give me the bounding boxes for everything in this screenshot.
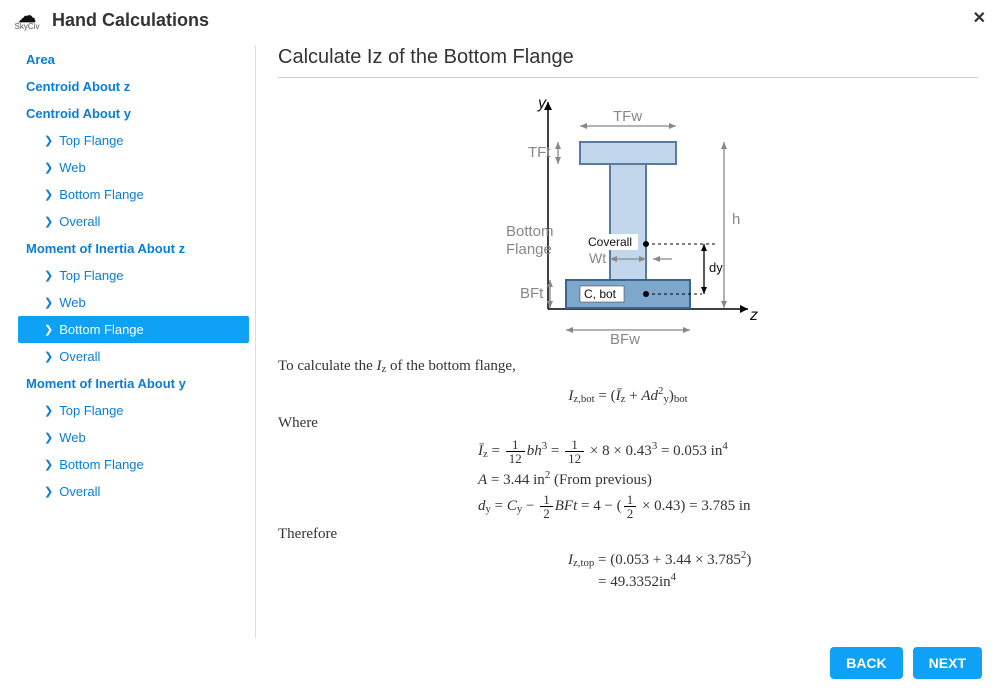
- sidebar-item-label: Web: [59, 295, 86, 310]
- chevron-right-icon: ❯: [44, 458, 53, 471]
- axis-z-label: z: [749, 307, 758, 324]
- sidebar-item-bottom-flange[interactable]: ❯ Bottom Flange: [18, 181, 249, 208]
- sidebar-item-web[interactable]: ❯ Web: [18, 154, 249, 181]
- chevron-right-icon: ❯: [44, 350, 53, 363]
- dim-dy: dy: [709, 260, 723, 275]
- dim-bfw: BFw: [610, 331, 640, 344]
- lbl-bottom: Bottom: [506, 223, 554, 240]
- sidebar-item-overall[interactable]: ❯ Overall: [18, 478, 249, 505]
- sidebar-item-label: Overall: [59, 484, 100, 499]
- para-therefore: Therefore: [278, 526, 978, 543]
- sidebar-item-bottom-flange[interactable]: ❯ Bottom Flange: [18, 316, 249, 343]
- sidebar: Area Centroid About z Centroid About y ❯ Top…: [12, 46, 256, 638]
- logo: ☁ SkyCiv: [10, 8, 44, 32]
- chevron-right-icon: ❯: [44, 485, 53, 498]
- chevron-right-icon: ❯: [44, 296, 53, 309]
- sidebar-item-label: Centroid About y: [26, 106, 131, 121]
- chevron-right-icon: ❯: [44, 188, 53, 201]
- sidebar-item-moment-of-inertia-about-z[interactable]: Moment of Inertia About z: [18, 235, 249, 262]
- sidebar-item-centroid-about-z[interactable]: Centroid About z: [18, 73, 249, 100]
- eq-main: Iz,bot = (Īz + Ad2y)bot: [278, 385, 978, 405]
- chevron-right-icon: ❯: [44, 134, 53, 147]
- eq-dy: dy = Cy − 12BFt = 4 − (12 × 0.43) = 3.78…: [478, 493, 978, 520]
- sidebar-item-label: Area: [26, 52, 55, 67]
- page-title: Calculate Iz of the Bottom Flange: [278, 46, 978, 78]
- sidebar-item-centroid-about-y[interactable]: Centroid About y: [18, 100, 249, 127]
- sidebar-item-label: Moment of Inertia About y: [26, 376, 186, 391]
- dim-bft: BFt: [520, 285, 544, 302]
- diagram: y z TFw TFt BFt: [278, 94, 978, 344]
- lbl-cbot: C, bot: [584, 287, 617, 301]
- next-button[interactable]: NEXT: [913, 647, 982, 679]
- close-icon[interactable]: ✕: [973, 8, 986, 28]
- sidebar-item-label: Bottom Flange: [59, 187, 144, 202]
- sidebar-item-web[interactable]: ❯ Web: [18, 424, 249, 451]
- sidebar-item-label: Top Flange: [59, 403, 123, 418]
- content-panel: Calculate Iz of the Bottom Flange y z TF…: [256, 46, 988, 638]
- axis-y-label: y: [537, 95, 547, 112]
- sidebar-item-overall[interactable]: ❯ Overall: [18, 208, 249, 235]
- chevron-right-icon: ❯: [44, 215, 53, 228]
- sidebar-item-top-flange[interactable]: ❯ Top Flange: [18, 397, 249, 424]
- dialog-title: Hand Calculations: [52, 10, 209, 31]
- chevron-right-icon: ❯: [44, 269, 53, 282]
- dialog-body: Area Centroid About z Centroid About y ❯ Top…: [0, 38, 1000, 638]
- sidebar-item-label: Top Flange: [59, 133, 123, 148]
- sidebar-item-top-flange[interactable]: ❯ Top Flange: [18, 127, 249, 154]
- para-intro: To calculate the Iz of the bottom flange…: [278, 358, 978, 375]
- dim-tft: TFt: [528, 144, 551, 161]
- footer-buttons: BACK NEXT: [830, 647, 982, 679]
- lbl-coverall: Coverall: [588, 235, 632, 249]
- sidebar-item-label: Centroid About z: [26, 79, 130, 94]
- sidebar-item-label: Overall: [59, 214, 100, 229]
- dialog-header: ☁ SkyCiv Hand Calculations ✕: [0, 0, 1000, 38]
- eq-area: A = 3.44 in2 (From previous): [478, 469, 978, 489]
- eq-ibar: Īz = 112bh3 = 112 × 8 × 0.433 = 0.053 in…: [478, 438, 978, 465]
- sidebar-item-overall[interactable]: ❯ Overall: [18, 343, 249, 370]
- dim-tfw: TFw: [613, 108, 642, 125]
- chevron-right-icon: ❯: [44, 404, 53, 417]
- dim-h: h: [732, 211, 740, 228]
- logo-text: SkyCiv: [15, 23, 40, 31]
- sidebar-item-moment-of-inertia-about-y[interactable]: Moment of Inertia About y: [18, 370, 249, 397]
- chevron-right-icon: ❯: [44, 323, 53, 336]
- sidebar-item-label: Top Flange: [59, 268, 123, 283]
- chevron-right-icon: ❯: [44, 161, 53, 174]
- sidebar-item-label: Web: [59, 160, 86, 175]
- sidebar-item-web[interactable]: ❯ Web: [18, 289, 249, 316]
- eq-result2: = 49.3352in4: [598, 571, 978, 591]
- sidebar-item-label: Overall: [59, 349, 100, 364]
- dim-wt: Wt: [589, 250, 606, 266]
- lbl-flange: Flange: [506, 241, 552, 258]
- logo-icon: ☁: [18, 9, 36, 23]
- sidebar-item-label: Moment of Inertia About z: [26, 241, 185, 256]
- para-where: Where: [278, 415, 978, 432]
- sidebar-item-label: Bottom Flange: [59, 322, 144, 337]
- back-button[interactable]: BACK: [830, 647, 902, 679]
- eq-result1: Iz,top = (0.053 + 3.44 × 3.7852): [568, 549, 978, 569]
- sidebar-item-top-flange[interactable]: ❯ Top Flange: [18, 262, 249, 289]
- sidebar-item-label: Web: [59, 430, 86, 445]
- sidebar-item-label: Bottom Flange: [59, 457, 144, 472]
- chevron-right-icon: ❯: [44, 431, 53, 444]
- sidebar-item-area[interactable]: Area: [18, 46, 249, 73]
- sidebar-item-bottom-flange[interactable]: ❯ Bottom Flange: [18, 451, 249, 478]
